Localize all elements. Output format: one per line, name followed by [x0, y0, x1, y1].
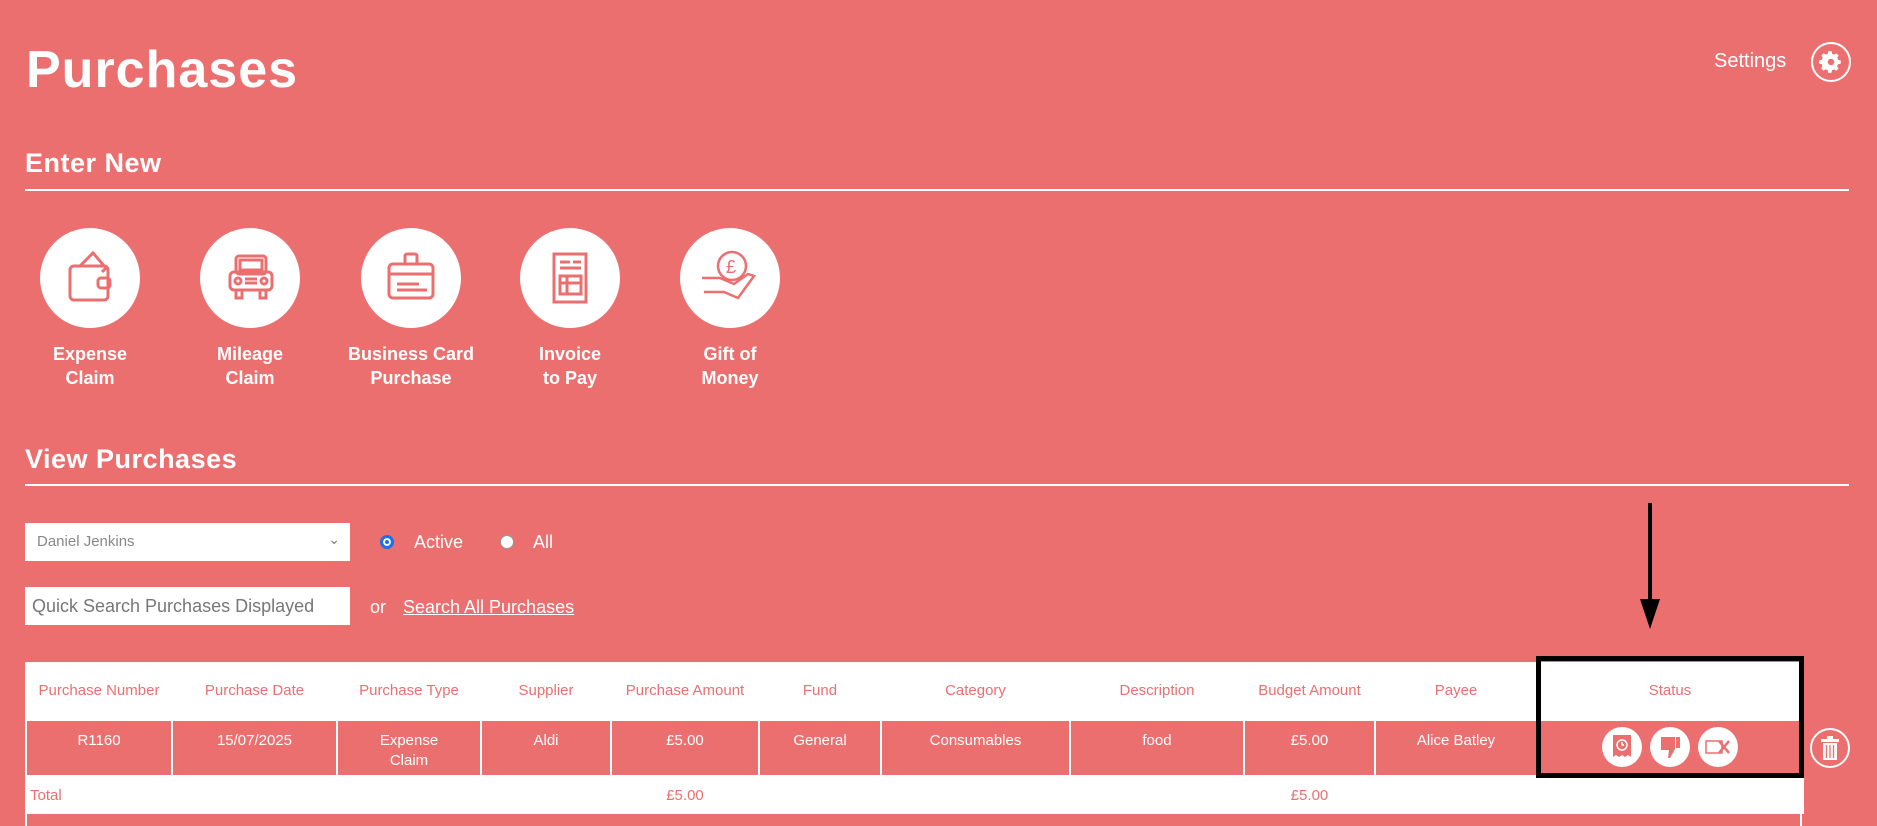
total-label: Total	[30, 787, 62, 804]
tile-label: Mileage	[216, 344, 284, 364]
status-highlight-box	[1536, 656, 1804, 778]
col-header[interactable]: Description	[1070, 662, 1244, 720]
wallet-icon	[40, 228, 140, 328]
active-radio-label[interactable]: Active	[414, 532, 463, 553]
search-all-purchases-link[interactable]: Search All Purchases	[403, 597, 574, 618]
supplier: Aldi	[480, 719, 612, 777]
view-purchases-heading: View Purchases	[25, 444, 238, 474]
divider	[25, 189, 1849, 191]
total-row: Total £5.00 £5.00	[26, 776, 1803, 814]
col-header[interactable]: Budget Amount	[1244, 662, 1375, 720]
all-radio-label[interactable]: All	[533, 532, 553, 553]
active-radio[interactable]	[380, 535, 394, 549]
gift-of-money-tile[interactable]: £ Gift of Money	[650, 228, 810, 390]
col-header[interactable]: Purchase Amount	[611, 662, 759, 720]
budget-amount: £5.00	[1243, 719, 1376, 777]
tile-label: Invoice	[538, 344, 602, 364]
arrow-down-icon	[1640, 503, 1660, 629]
expense-claim-tile[interactable]: Expense Claim	[10, 228, 170, 390]
all-radio[interactable]	[500, 535, 514, 549]
total-budget: £5.00	[1290, 787, 1329, 804]
category: Consumables	[880, 719, 1071, 777]
tile-label: Money	[701, 368, 759, 388]
description: food	[1069, 719, 1245, 777]
col-header[interactable]: Fund	[759, 662, 881, 720]
tile-label: Purchase	[370, 368, 452, 388]
col-header[interactable]: Category	[881, 662, 1070, 720]
card-case-icon	[361, 228, 461, 328]
svg-text:£: £	[726, 257, 736, 277]
chevron-down-icon: ⌄	[328, 531, 340, 547]
invoice-icon	[520, 228, 620, 328]
trash-icon[interactable]	[1810, 728, 1850, 768]
col-header[interactable]: Payee	[1375, 662, 1537, 720]
fund: General	[758, 719, 882, 777]
pagination-band	[25, 814, 1802, 826]
purchase-amount: £5.00	[610, 719, 760, 777]
tile-label: Claim	[65, 368, 115, 388]
car-icon	[200, 228, 300, 328]
gear-icon[interactable]	[1811, 42, 1851, 82]
business-card-purchase-tile[interactable]: Business Card Purchase	[331, 228, 491, 390]
or-text: or	[370, 597, 387, 617]
page-title: Purchases	[26, 41, 299, 99]
tile-label: Expense	[52, 344, 128, 364]
quick-search-input[interactable]	[25, 587, 350, 625]
col-header[interactable]: Purchase Type	[337, 662, 481, 720]
hand-coin-icon: £	[680, 228, 780, 328]
col-header[interactable]: Supplier	[481, 662, 611, 720]
payee: Alice Batley	[1374, 719, 1538, 777]
invoice-to-pay-tile[interactable]: Invoice to Pay	[490, 228, 650, 390]
tile-label: Business Card	[347, 344, 475, 364]
purchase-number[interactable]: R1160	[25, 719, 173, 777]
purchase-type: Expense Claim	[336, 719, 482, 777]
user-select-value: Daniel Jenkins	[37, 533, 135, 550]
settings-link[interactable]: Settings	[1714, 50, 1786, 73]
enter-new-heading: Enter New	[25, 148, 162, 178]
purchase-date: 15/07/2025	[171, 719, 338, 777]
tile-label: Claim	[225, 368, 275, 388]
total-amount: £5.00	[666, 787, 704, 804]
tile-label: to Pay	[542, 368, 598, 388]
mileage-claim-tile[interactable]: Mileage Claim	[170, 228, 330, 390]
col-header[interactable]: Purchase Date	[172, 662, 337, 720]
col-header[interactable]: Purchase Number	[26, 662, 172, 720]
tile-label: Gift of	[703, 344, 757, 364]
divider	[25, 484, 1849, 486]
user-select[interactable]: Daniel Jenkins ⌄	[25, 523, 350, 561]
